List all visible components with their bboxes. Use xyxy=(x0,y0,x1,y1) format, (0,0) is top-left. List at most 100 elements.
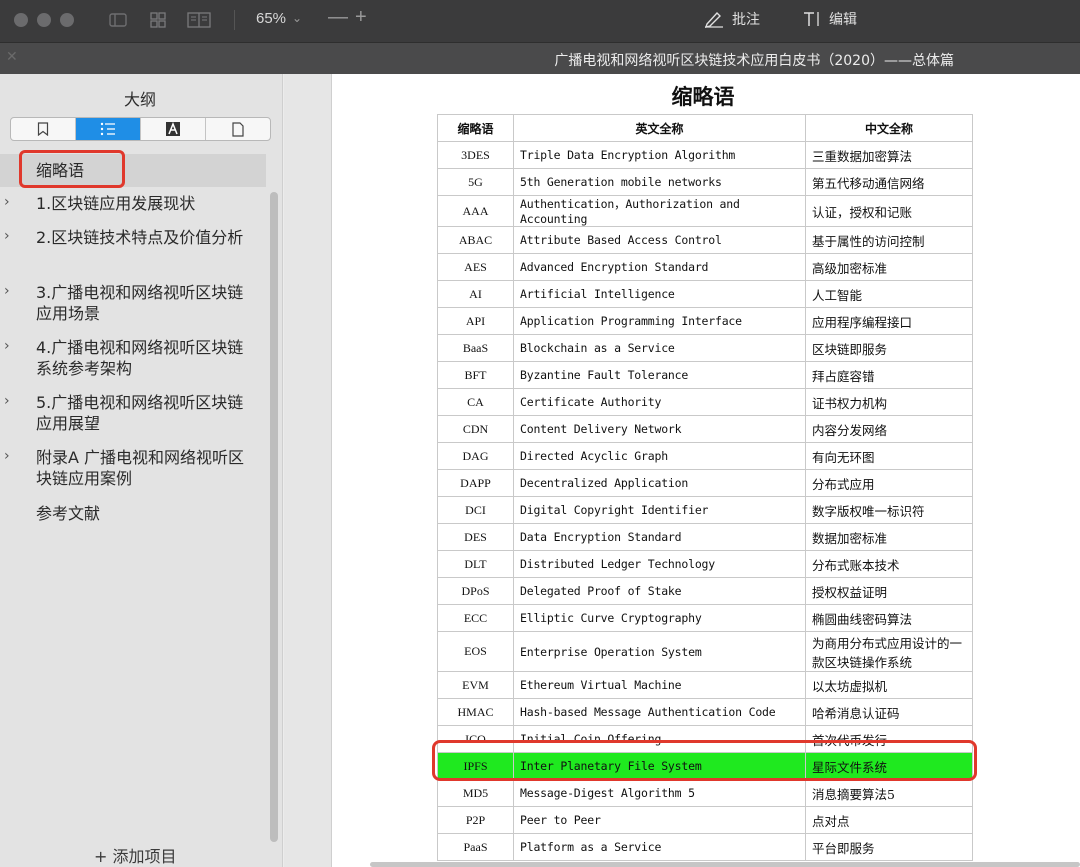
english-name-cell: 5th Generation mobile networks xyxy=(513,168,806,196)
document-title: 广播电视和网络视听区块链技术应用白皮书（2020）——总体篇 xyxy=(554,53,954,69)
close-window-button[interactable] xyxy=(14,13,28,27)
abbreviation-cell: ECC xyxy=(437,604,514,632)
chinese-name-cell: 首次代币发行 xyxy=(805,725,973,753)
table-row: AI Artificial Intelligence 人工智能 xyxy=(437,280,973,308)
outline-item-references[interactable]: 参考文献 xyxy=(36,503,251,524)
table-row: MD5 Message-Digest Algorithm 5 消息摘要算法5 xyxy=(437,779,973,807)
zoom-window-button[interactable] xyxy=(60,13,74,27)
english-name-cell: Inter Planetary File System xyxy=(513,752,806,780)
abbreviation-cell: EVM xyxy=(437,671,514,699)
outline-item-4[interactable]: 4.广播电视和网络视听区块链系统参考架构 xyxy=(36,337,251,379)
table-row: API Application Programming Interface 应用程序… xyxy=(437,307,973,335)
chevron-right-icon[interactable]: › xyxy=(4,228,10,244)
outline-item-appendix-a[interactable]: 附录A 广播电视和网络视听区块链应用案例 xyxy=(36,447,251,489)
table-row: DCI Digital Copyright Identifier 数字版权唯一标识符 xyxy=(437,496,973,524)
sidebar-tabs xyxy=(10,117,271,141)
minimize-window-button[interactable] xyxy=(37,13,51,27)
english-name-cell: Artificial Intelligence xyxy=(513,280,806,308)
close-tab-icon[interactable]: ✕ xyxy=(6,49,18,65)
horizontal-scrollbar[interactable] xyxy=(370,862,1080,867)
zoom-out-button[interactable]: — xyxy=(328,6,348,29)
table-row: ECC Elliptic Curve Cryptography 椭圆曲线密码算法 xyxy=(437,604,973,632)
chinese-name-cell: 以太坊虚拟机 xyxy=(805,671,973,699)
english-name-cell: Initial Coin Offering xyxy=(513,725,806,753)
english-name-cell: Data Encryption Standard xyxy=(513,523,806,551)
chinese-name-cell: 点对点 xyxy=(805,806,973,834)
english-name-cell: Digital Copyright Identifier xyxy=(513,496,806,524)
column-header: 英文全称 xyxy=(513,114,806,142)
abbreviation-cell: DLT xyxy=(437,550,514,578)
abbreviation-cell: AI xyxy=(437,280,514,308)
chinese-name-cell: 拜占庭容错 xyxy=(805,361,973,389)
chevron-right-icon[interactable]: › xyxy=(4,448,10,464)
chinese-name-cell: 星际文件系统 xyxy=(805,752,973,780)
document-titlebar: ✕ 广播电视和网络视听区块链技术应用白皮书（2020）——总体篇 xyxy=(0,42,1080,74)
chinese-name-cell: 高级加密标准 xyxy=(805,253,973,281)
table-row: CA Certificate Authority 证书权力机构 xyxy=(437,388,973,416)
table-row: ABAC Attribute Based Access Control 基于属性的访… xyxy=(437,226,973,254)
english-name-cell: Decentralized Application xyxy=(513,469,806,497)
chevron-right-icon[interactable]: › xyxy=(4,283,10,299)
table-row: HMAC Hash-based Message Authentication Co… xyxy=(437,698,973,726)
english-name-cell: Peer to Peer xyxy=(513,806,806,834)
outline-sidebar: 大纲 缩略语 › 1.区块链应用发展现状 › 2.区块链技术特点及价值分析 › … xyxy=(0,74,283,867)
english-name-cell: Certificate Authority xyxy=(513,388,806,416)
outline-item-5[interactable]: 5.广播电视和网络视听区块链应用展望 xyxy=(36,392,251,434)
edit-button[interactable]: 编辑 xyxy=(803,9,857,29)
english-name-cell: Platform as a Service xyxy=(513,833,806,861)
abbreviation-cell: AES xyxy=(437,253,514,281)
zoom-level[interactable]: 65% xyxy=(256,10,286,27)
zoom-in-button[interactable]: + xyxy=(355,6,367,29)
outline-item-3[interactable]: 3.广播电视和网络视听区块链应用场景 xyxy=(36,282,251,324)
abbreviation-cell: DPoS xyxy=(437,577,514,605)
english-name-cell: Attribute Based Access Control xyxy=(513,226,806,254)
chevron-down-icon[interactable]: ⌄ xyxy=(292,11,302,25)
page-icon[interactable] xyxy=(206,118,270,140)
bookmark-icon[interactable] xyxy=(11,118,76,140)
abbreviation-cell: CA xyxy=(437,388,514,416)
table-row: BFT Byzantine Fault Tolerance 拜占庭容错 xyxy=(437,361,973,389)
table-row: 3DES Triple Data Encryption Algorithm 三重数据… xyxy=(437,141,973,169)
highlight-callout-sidebar xyxy=(19,150,125,188)
chevron-right-icon[interactable]: › xyxy=(4,194,10,210)
chinese-name-cell: 哈希消息认证码 xyxy=(805,698,973,726)
abbreviation-cell: 3DES xyxy=(437,141,514,169)
chinese-name-cell: 区块链即服务 xyxy=(805,334,973,362)
annotation-icon[interactable] xyxy=(141,118,206,140)
column-header: 中文全称 xyxy=(805,114,973,142)
abbreviation-cell: DCI xyxy=(437,496,514,524)
english-name-cell: Triple Data Encryption Algorithm xyxy=(513,141,806,169)
english-name-cell: Message-Digest Algorithm 5 xyxy=(513,779,806,807)
chevron-right-icon[interactable]: › xyxy=(4,393,10,409)
abbreviation-cell: IPFS xyxy=(437,752,514,780)
sidebar-toggle-icon[interactable] xyxy=(108,10,128,30)
abbreviation-cell: HMAC xyxy=(437,698,514,726)
chinese-name-cell: 认证，授权和记账 xyxy=(805,195,973,227)
english-name-cell: Distributed Ledger Technology xyxy=(513,550,806,578)
abbreviation-cell: CDN xyxy=(437,415,514,443)
table-row: DAG Directed Acyclic Graph 有向无环图 xyxy=(437,442,973,470)
annotate-button[interactable]: 批注 xyxy=(704,9,760,29)
abbreviation-cell: P2P xyxy=(437,806,514,834)
english-name-cell: Application Programming Interface xyxy=(513,307,806,335)
chevron-right-icon[interactable]: › xyxy=(4,338,10,354)
chinese-name-cell: 数字版权唯一标识符 xyxy=(805,496,973,524)
two-page-view-icon[interactable] xyxy=(186,10,212,30)
english-name-cell: Elliptic Curve Cryptography xyxy=(513,604,806,632)
english-name-cell: Enterprise Operation System xyxy=(513,631,806,672)
sidebar-scrollbar[interactable] xyxy=(270,192,278,842)
table-row: 5G 5th Generation mobile networks 第五代移动通信网… xyxy=(437,168,973,196)
abbreviation-cell: EOS xyxy=(437,631,514,672)
abbreviation-cell: 5G xyxy=(437,168,514,196)
add-item-button[interactable]: + 添加项目 xyxy=(94,843,177,867)
table-header-row: 缩略语 英文全称 中文全称 xyxy=(437,114,973,142)
outline-icon[interactable] xyxy=(76,118,141,140)
abbreviation-cell: DES xyxy=(437,523,514,551)
english-name-cell: Advanced Encryption Standard xyxy=(513,253,806,281)
outline-item-2[interactable]: 2.区块链技术特点及价值分析 xyxy=(36,227,251,248)
outline-item-1[interactable]: 1.区块链应用发展现状 xyxy=(36,193,251,214)
chinese-name-cell: 应用程序编程接口 xyxy=(805,307,973,335)
thumbnail-grid-icon[interactable] xyxy=(148,10,168,30)
chinese-name-cell: 分布式应用 xyxy=(805,469,973,497)
english-name-cell: Byzantine Fault Tolerance xyxy=(513,361,806,389)
